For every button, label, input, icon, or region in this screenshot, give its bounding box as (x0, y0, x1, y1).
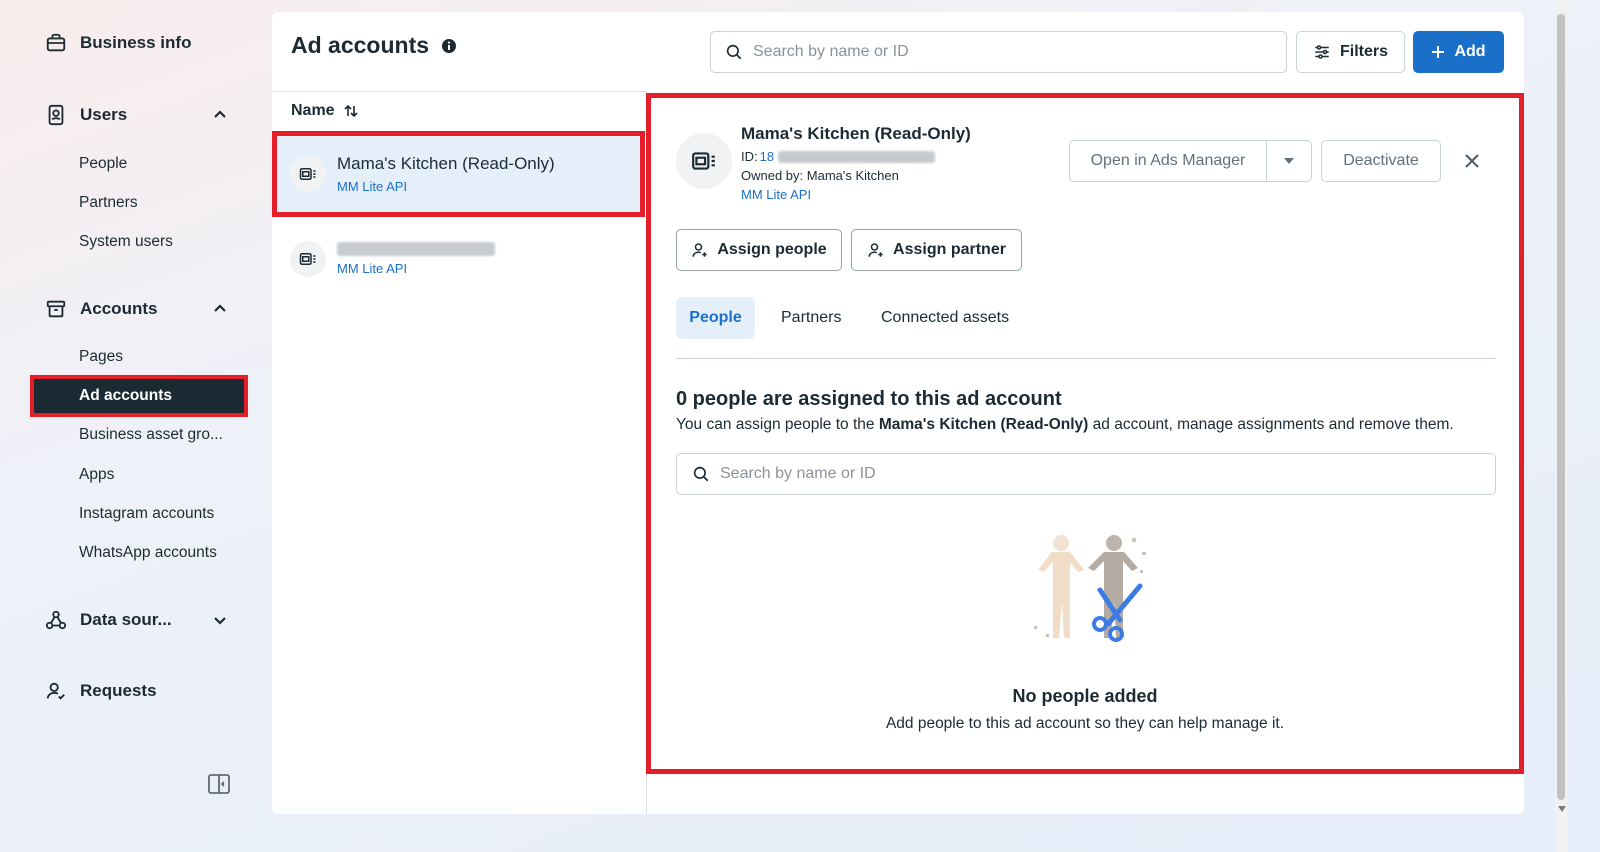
chevron-up-icon[interactable] (212, 107, 228, 123)
nav-accounts-label: Accounts (80, 299, 158, 318)
nav-data-sources[interactable]: Data sour... (44, 605, 234, 635)
sidebar-item-partners[interactable]: Partners (79, 191, 138, 215)
filters-button[interactable]: Filters (1296, 31, 1405, 73)
search-input[interactable]: Search by name or ID (710, 31, 1287, 73)
detail-account-id: ID: 18 (741, 149, 936, 164)
sort-icon[interactable] (343, 103, 359, 119)
search-placeholder: Search by name or ID (720, 465, 876, 482)
ad-account-detail-panel: Mama's Kitchen (Read-Only) ID: 18 Owned … (646, 93, 1524, 774)
chevron-up-icon[interactable] (212, 301, 228, 317)
paper-people-scissors-illustration (1034, 535, 1146, 642)
account-subtitle: MM Lite API (337, 261, 408, 276)
deactivate-button[interactable]: Deactivate (1321, 140, 1441, 182)
assign-people-label: Assign people (717, 241, 827, 258)
page-title-text: Ad accounts (291, 32, 430, 58)
open-ads-manager-dropdown[interactable] (1266, 140, 1312, 182)
sidebar-item-pages[interactable]: Pages (79, 345, 123, 369)
divider (676, 358, 1496, 359)
caret-down-icon (1284, 158, 1294, 164)
account-subtitle: MM Lite API (337, 179, 408, 194)
people-search-input[interactable]: Search by name or ID (676, 453, 1496, 495)
search-placeholder: Search by name or ID (753, 43, 909, 60)
sliders-icon (1315, 45, 1329, 59)
plus-icon (1432, 46, 1445, 58)
nav-requests[interactable]: Requests (44, 676, 234, 706)
account-name: Mama's Kitchen (Read-Only) (337, 154, 555, 173)
name-column-label: Name (291, 102, 335, 119)
nav-users-label: Users (80, 105, 128, 124)
empty-state-description: Add people to this ad account so they ca… (885, 715, 1285, 732)
close-icon[interactable] (1463, 152, 1481, 170)
id-label: ID: (741, 149, 758, 164)
page-title: Ad accounts (291, 32, 457, 59)
list-item[interactable]: MM Lite API (272, 216, 645, 302)
nav-users[interactable]: Users (44, 100, 234, 130)
detail-owner: Owned by: Mama's Kitchen (741, 168, 899, 183)
add-person-icon (692, 243, 708, 257)
person-check-icon (44, 679, 68, 703)
archive-icon (44, 297, 68, 321)
sidebar-item-business-asset-groups[interactable]: Business asset gro... (79, 423, 223, 447)
sidebar: Business info Users People Partners Syst… (0, 0, 272, 852)
assign-partner-label: Assign partner (893, 241, 1006, 258)
nav-business-info[interactable]: Business info (44, 28, 234, 58)
redacted-id (778, 150, 936, 163)
briefcase-icon (44, 31, 68, 55)
desc-account-name: Mama's Kitchen (Read-Only) (878, 416, 1089, 433)
ad-account-icon (290, 156, 326, 192)
ad-account-icon (290, 241, 326, 277)
assign-people-button[interactable]: Assign people (676, 229, 842, 271)
scroll-down-arrow-icon[interactable] (1558, 806, 1566, 812)
add-label: Add (1454, 43, 1486, 60)
nav-business-info-label: Business info (80, 33, 192, 52)
empty-state-title: No people added (1012, 686, 1158, 706)
tab-people[interactable]: People (676, 297, 755, 339)
desc-text: ad account, manage assignments and remov… (1088, 416, 1454, 433)
scrollbar-thumb[interactable] (1557, 14, 1565, 800)
ad-account-icon (676, 133, 732, 189)
sidebar-item-apps[interactable]: Apps (79, 463, 114, 487)
divider (272, 91, 646, 92)
assigned-count-title: 0 people are assigned to this ad account (676, 388, 1062, 410)
tab-connected-assets[interactable]: Connected assets (867, 297, 1023, 339)
nav-requests-label: Requests (80, 681, 157, 700)
list-item[interactable]: Mama's Kitchen (Read-Only) MM Lite API (272, 131, 645, 217)
search-icon (726, 44, 742, 60)
detail-account-name: Mama's Kitchen (Read-Only) (741, 124, 971, 143)
search-icon (693, 466, 709, 482)
collapse-sidebar-icon[interactable] (207, 772, 231, 796)
open-in-ads-manager-button[interactable]: Open in Ads Manager (1069, 140, 1267, 182)
sidebar-item-instagram-accounts[interactable]: Instagram accounts (79, 502, 214, 526)
add-button[interactable]: Add (1413, 31, 1504, 73)
sidebar-item-system-users[interactable]: System users (79, 230, 173, 254)
redacted-account-name (337, 242, 495, 256)
assigned-description: You can assign people to the Mama's Kitc… (676, 416, 1454, 434)
data-sources-icon (44, 608, 68, 632)
tab-partners[interactable]: Partners (767, 297, 855, 339)
name-column-header[interactable]: Name (291, 102, 359, 120)
user-badge-icon (44, 103, 68, 127)
chevron-down-icon[interactable] (212, 612, 228, 628)
sidebar-item-people[interactable]: People (79, 152, 127, 176)
nav-accounts[interactable]: Accounts (44, 294, 234, 324)
filters-label: Filters (1339, 43, 1388, 60)
sidebar-item-ad-accounts[interactable]: Ad accounts (30, 375, 248, 417)
detail-api-link[interactable]: MM Lite API (741, 187, 811, 202)
sidebar-item-whatsapp-accounts[interactable]: WhatsApp accounts (79, 541, 217, 565)
assign-partner-button[interactable]: Assign partner (851, 229, 1022, 271)
desc-text: You can assign people to the (676, 416, 879, 433)
add-person-icon (868, 243, 883, 257)
nav-data-sources-label: Data sour... (80, 610, 172, 629)
info-icon[interactable] (441, 38, 457, 54)
id-value[interactable]: 18 (760, 149, 774, 164)
